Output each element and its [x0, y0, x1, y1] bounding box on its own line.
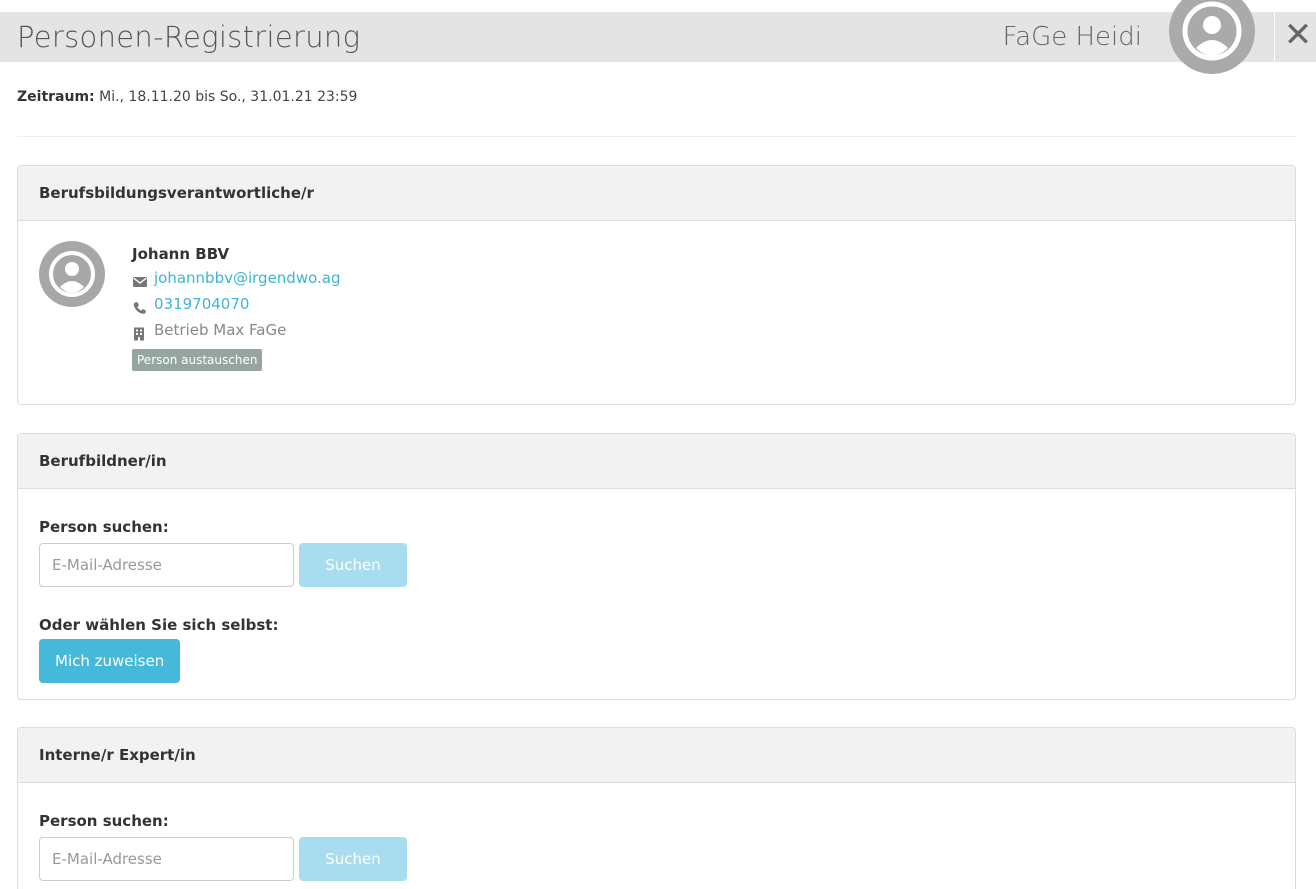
email-search-input[interactable] [39, 543, 294, 587]
search-row: Suchen [39, 837, 1274, 881]
header-divider [1274, 12, 1275, 62]
self-assign-label: Oder wählen Sie sich selbst: [39, 616, 279, 634]
phone-row: 0319704070 [132, 291, 341, 317]
company-name: Betrieb Max FaGe [154, 321, 287, 339]
search-button[interactable]: Suchen [299, 837, 407, 881]
search-button[interactable]: Suchen [299, 543, 407, 587]
period-value: Mi., 18.11.20 bis So., 31.01.21 23:59 [99, 89, 358, 105]
panel-vocational-training-manager: Berufsbildungsverantwortliche/r Johann B… [17, 165, 1296, 405]
divider [17, 136, 1296, 137]
company-row: Betrieb Max FaGe [132, 317, 341, 343]
envelope-icon [132, 271, 152, 287]
search-label: Person suchen: [39, 812, 169, 830]
person-info: Johann BBV johannbbv@irgendwo.ag 0319704… [132, 243, 341, 371]
panel-internal-expert: Interne/r Expert/in Person suchen: Suche… [17, 727, 1296, 889]
panel-heading: Berufsbildungsverantwortliche/r [18, 166, 1295, 221]
phone-icon [132, 297, 152, 314]
person-avatar-svg [49, 251, 95, 297]
user-avatar-icon[interactable] [1169, 0, 1255, 74]
page-title: Personen-Registrierung [17, 20, 361, 54]
building-icon [132, 323, 152, 341]
user-name: FaGe Heidi [1002, 22, 1142, 52]
person-avatar-icon [39, 241, 105, 307]
swap-person-button[interactable]: Person austauschen [132, 349, 263, 371]
close-icon[interactable]: ✕ [1280, 12, 1316, 62]
search-row: Suchen [39, 543, 1274, 587]
header-bar: Personen-Registrierung FaGe Heidi ✕ [0, 12, 1316, 62]
panel-body: Person suchen: Suchen Oder wählen Sie si… [18, 489, 1295, 683]
search-label: Person suchen: [39, 518, 169, 536]
panel-body: Person suchen: Suchen [18, 783, 1295, 881]
panel-heading: Berufbildner/in [18, 434, 1295, 489]
phone-link[interactable]: 0319704070 [154, 291, 249, 317]
email-link[interactable]: johannbbv@irgendwo.ag [154, 265, 341, 291]
panel-trainer: Berufbildner/in Person suchen: Suchen Od… [17, 433, 1296, 700]
email-row: johannbbv@irgendwo.ag [132, 265, 341, 291]
period-line: Zeitraum: Mi., 18.11.20 bis So., 31.01.2… [17, 89, 357, 105]
period-label: Zeitraum: [17, 89, 95, 105]
panel-body: Johann BBV johannbbv@irgendwo.ag 0319704… [18, 221, 1295, 404]
panel-heading: Interne/r Expert/in [18, 728, 1295, 783]
user-avatar-svg [1182, 1, 1242, 61]
assign-me-button[interactable]: Mich zuweisen [39, 639, 181, 683]
page: Personen-Registrierung FaGe Heidi ✕ Zeit… [0, 0, 1316, 889]
person-name: Johann BBV [132, 245, 230, 263]
email-search-input[interactable] [39, 837, 294, 881]
